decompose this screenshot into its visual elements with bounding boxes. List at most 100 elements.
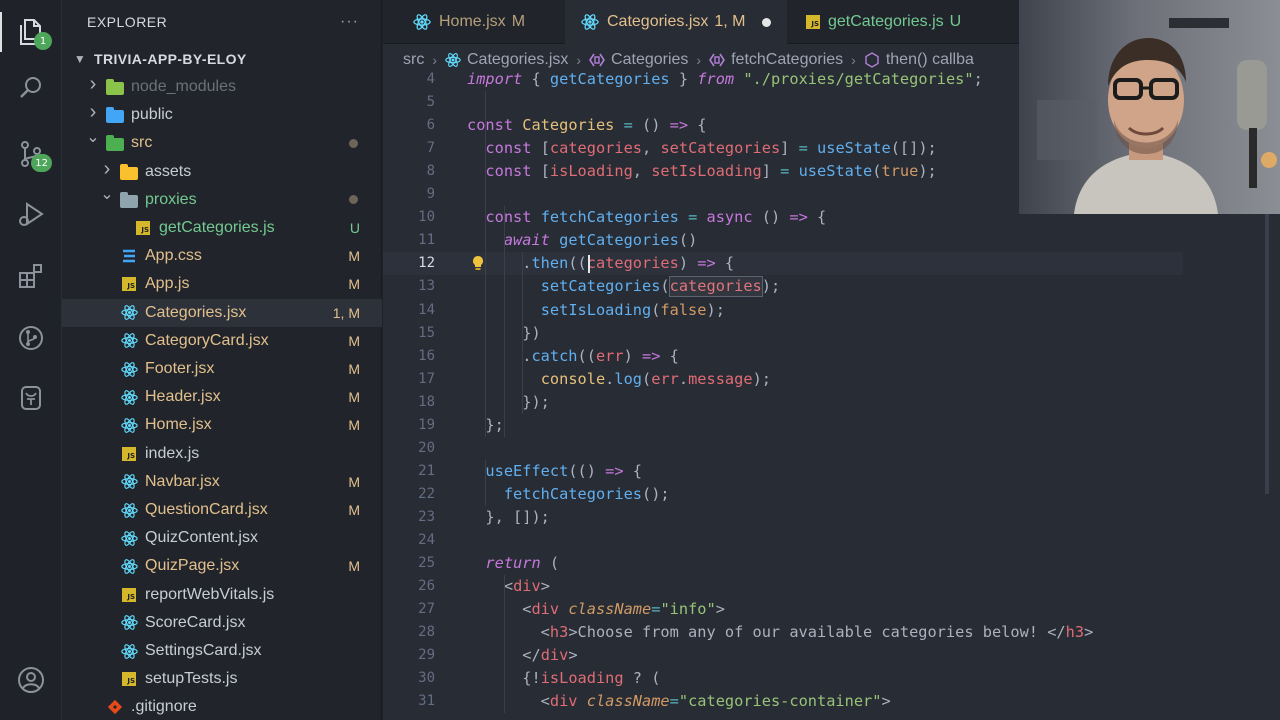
file-item[interactable]: Navbar.jsx M — [62, 468, 382, 496]
breadcrumb-item[interactable]: Categories.jsx — [467, 51, 568, 69]
breadcrumb-item[interactable]: then() callba — [886, 51, 974, 69]
react-file-icon — [120, 304, 138, 322]
file-item[interactable]: App.css M — [62, 242, 382, 270]
webcam-overlay — [1019, 0, 1280, 214]
folder-item[interactable]: › node_modules — [62, 73, 382, 101]
file-item[interactable]: JS setupTests.js — [62, 665, 382, 693]
item-name: getCategories.js — [159, 219, 275, 236]
line-source: <div> — [467, 577, 550, 596]
file-item[interactable]: JS reportWebVitals.js — [62, 581, 382, 609]
lightbulb-icon[interactable] — [471, 255, 485, 271]
run-debug-activity-button[interactable] — [0, 190, 62, 238]
file-item[interactable]: Home.jsx M — [62, 411, 382, 439]
line-number: 21 — [418, 462, 435, 479]
react-file-icon — [120, 388, 138, 406]
tab-categories-jsx[interactable]: Categories.jsx 1, M — [565, 0, 787, 44]
line-number: 11 — [418, 232, 435, 249]
item-name: setupTests.js — [145, 670, 238, 688]
folder-item[interactable]: ⌄ src — [62, 129, 382, 157]
file-item[interactable]: CategoryCard.jsx M — [62, 327, 382, 355]
chevron-right-icon: › — [696, 52, 702, 68]
code-line: 28 <h3>Choose from any of our available … — [383, 621, 1280, 644]
git-status-badge: M — [348, 248, 360, 265]
code-line: 18 }); — [383, 391, 1280, 414]
item-name: public — [131, 106, 173, 124]
file-item[interactable]: Categories.jsx 1, M — [62, 298, 382, 327]
file-item[interactable]: JS index.js — [62, 440, 382, 468]
file-item[interactable]: QuizPage.jsx M — [62, 552, 382, 580]
line-number: 23 — [418, 508, 435, 525]
explorer-activity-button[interactable]: 1 — [0, 8, 62, 56]
react-file-icon — [120, 614, 138, 632]
tab-home-jsx[interactable]: Home.jsx M — [397, 0, 541, 44]
project-root[interactable]: ▼ TRIVIA-APP-BY-ELOY — [62, 44, 381, 74]
more-actions-icon[interactable]: ··· — [340, 13, 359, 31]
react-file-icon — [120, 529, 138, 547]
file-item[interactable]: JS App.js M — [62, 270, 382, 298]
line-source: }); — [467, 392, 550, 411]
breadcrumb-item[interactable]: Categories — [611, 51, 688, 69]
tab-getcategories-js[interactable]: JS getCategories.js U — [790, 0, 977, 44]
extensions-activity-button[interactable] — [0, 252, 62, 300]
database-icon — [21, 386, 41, 410]
code-line: 13 setCategories(categories); — [383, 275, 1280, 298]
source-control-activity-button[interactable]: 12 — [0, 130, 62, 178]
js-file-icon: JS — [120, 275, 138, 293]
react-file-icon — [581, 13, 599, 31]
file-item[interactable]: JS getCategories.js U — [62, 214, 382, 242]
line-source: await getCategories() — [503, 231, 698, 250]
line-source: }, []); — [467, 507, 550, 526]
search-activity-button[interactable] — [0, 64, 62, 112]
folder-item[interactable]: ⌄ proxies — [62, 186, 382, 214]
code-line: 25 return ( — [383, 552, 1280, 575]
line-number: 12 — [418, 255, 435, 272]
file-item[interactable]: Header.jsx M — [62, 383, 382, 411]
presenter-video — [1019, 0, 1280, 214]
accounts-activity-button[interactable] — [0, 656, 62, 704]
file-item[interactable]: QuestionCard.jsx M — [62, 496, 382, 524]
vertical-scrollbar[interactable] — [1265, 214, 1269, 494]
indent-guide — [485, 459, 487, 506]
source-control-badge: 12 — [31, 154, 52, 172]
item-name: QuizPage.jsx — [145, 557, 240, 575]
unsaved-dot-icon[interactable] — [761, 17, 771, 27]
code-line: 22 fetchCategories(); — [383, 483, 1280, 506]
indent-guide — [503, 575, 505, 714]
item-name: Navbar.jsx — [145, 472, 220, 490]
file-item[interactable]: QuizContent.jsx — [62, 524, 382, 552]
breadcrumb-item[interactable]: src — [403, 51, 424, 69]
indent-guide — [522, 252, 524, 414]
react-file-icon — [120, 642, 138, 660]
folder-icon — [106, 106, 124, 124]
folder-item[interactable]: › public — [62, 101, 382, 129]
line-number: 15 — [418, 324, 435, 341]
item-name: QuizContent.jsx — [145, 529, 258, 547]
tab-label: Categories.jsx — [607, 13, 709, 30]
extensions-icon — [19, 264, 42, 288]
database-activity-button[interactable] — [0, 374, 62, 422]
react-file-icon — [120, 416, 138, 434]
file-item[interactable]: ScoreCard.jsx — [62, 609, 382, 637]
git-status-badge: M — [348, 473, 360, 490]
line-source: const fetchCategories = async () => { — [485, 208, 827, 227]
line-source: const [categories, setCategories] = useS… — [485, 139, 937, 158]
chevron-down-icon: ▼ — [73, 52, 87, 66]
line-source: <div className="categories-container"> — [467, 692, 891, 711]
indent-guide — [503, 206, 505, 437]
folder-item[interactable]: › assets — [62, 158, 382, 186]
file-item[interactable]: Footer.jsx M — [62, 355, 382, 383]
code-line: 19 }; — [383, 414, 1280, 437]
breadcrumb-item[interactable]: fetchCategories — [731, 51, 843, 69]
file-item[interactable]: .gitignore — [62, 693, 382, 720]
file-item[interactable]: SettingsCard.jsx — [62, 637, 382, 665]
line-number: 28 — [418, 624, 435, 641]
line-number: 30 — [418, 670, 435, 687]
item-name: SettingsCard.jsx — [145, 642, 262, 659]
line-number: 16 — [418, 347, 435, 364]
git-graph-activity-button[interactable] — [0, 314, 62, 362]
line-number: 13 — [418, 278, 435, 295]
code-line: 15 }) — [383, 322, 1280, 345]
react-file-icon — [445, 52, 461, 68]
line-number: 10 — [418, 209, 435, 226]
item-name: Footer.jsx — [145, 360, 215, 377]
